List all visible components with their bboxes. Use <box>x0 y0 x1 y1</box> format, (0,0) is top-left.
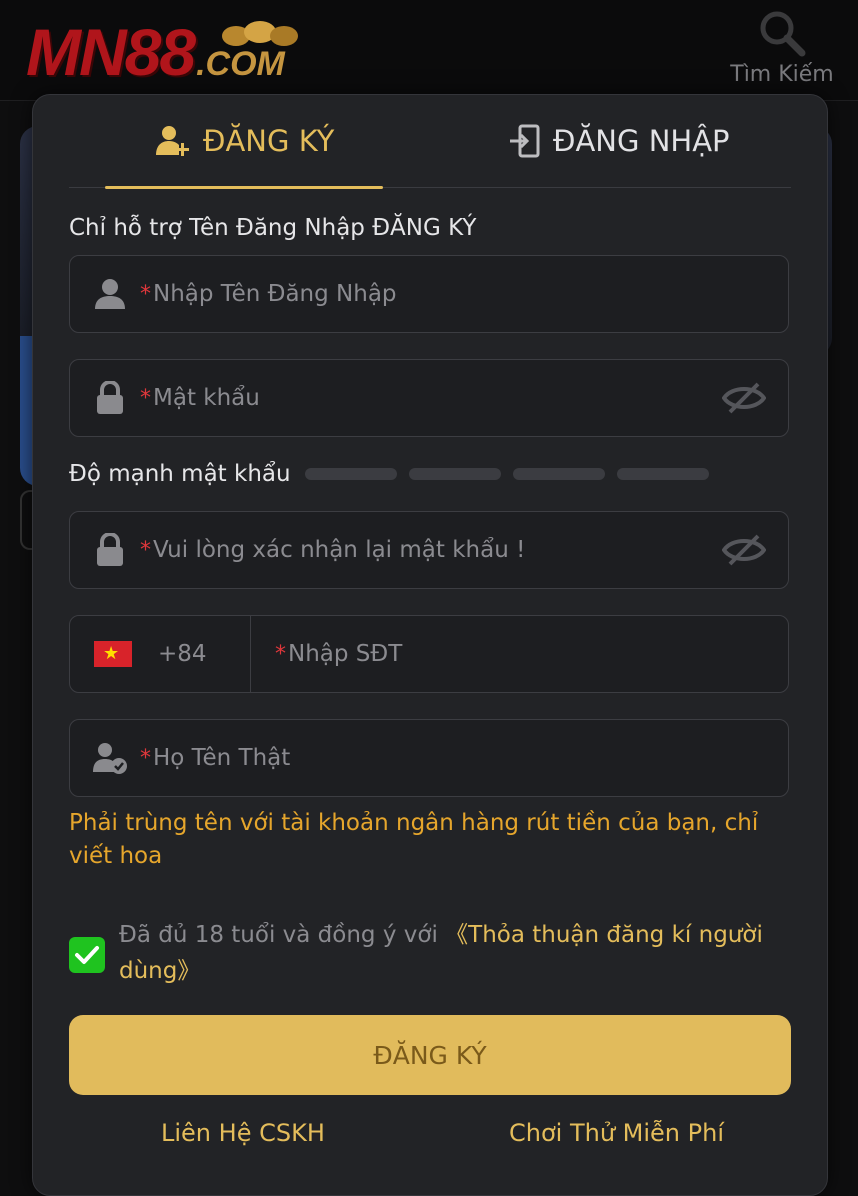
strength-bar <box>408 468 501 480</box>
strength-bar <box>616 468 709 480</box>
username-input[interactable] <box>151 274 788 314</box>
terms-agreement: Đã đủ 18 tuổi và đồng ý với 《Thỏa thuận … <box>69 917 789 989</box>
login-icon <box>510 124 540 158</box>
coins-icon <box>222 21 298 46</box>
tab-login-label: ĐĂNG NHẬP <box>553 124 730 158</box>
required-mark: * <box>140 385 151 411</box>
register-modal: ĐĂNG KÝ ĐĂNG NHẬP Chỉ hỗ trợ Tên Đăng Nh… <box>32 94 828 1196</box>
country-code: +84 <box>158 641 207 667</box>
confirm-password-field[interactable]: * <box>69 511 789 589</box>
required-mark: * <box>140 537 151 563</box>
register-submit-button[interactable]: ĐĂNG KÝ <box>69 1015 791 1095</box>
vietnam-flag-icon: ★ <box>94 641 132 667</box>
lock-icon <box>97 533 123 566</box>
required-mark: * <box>140 745 151 771</box>
user-icon <box>95 279 125 309</box>
strength-bar <box>304 468 397 480</box>
real-name-input[interactable] <box>151 738 788 778</box>
strength-bar <box>512 468 605 480</box>
strength-label: Độ mạnh mật khẩu <box>69 461 291 487</box>
mn88-logo[interactable]: MN88.COM <box>26 14 298 90</box>
username-field[interactable]: * <box>69 255 789 333</box>
country-code-selector[interactable]: ★ +84 <box>70 616 251 692</box>
phone-input[interactable] <box>286 634 788 674</box>
top-bar: MN88.COM Tìm Kiếm <box>0 0 858 101</box>
real-name-warning: Phải trùng tên với tài khoản ngân hàng r… <box>69 810 759 869</box>
password-input[interactable] <box>151 378 722 418</box>
password-field[interactable]: * <box>69 359 789 437</box>
phone-field[interactable]: ★ +84 * <box>69 615 789 693</box>
required-mark: * <box>140 281 151 307</box>
eye-off-icon <box>722 382 766 414</box>
add-user-icon <box>156 126 189 156</box>
tab-register[interactable]: ĐĂNG KÝ <box>155 121 334 161</box>
real-name-field[interactable]: * <box>69 719 789 797</box>
eye-off-icon <box>722 534 766 566</box>
free-trial-link[interactable]: Chơi Thử Miễn Phí <box>509 1119 724 1147</box>
auth-tabs: ĐĂNG KÝ ĐĂNG NHẬP <box>69 95 791 189</box>
required-mark: * <box>275 641 286 667</box>
confirm-password-input[interactable] <box>151 530 722 570</box>
search-button[interactable]: Tìm Kiếm <box>728 10 836 87</box>
toggle-password-visibility[interactable] <box>722 380 766 416</box>
search-icon <box>760 11 806 57</box>
lock-icon <box>97 381 123 414</box>
search-label: Tìm Kiếm <box>730 62 834 87</box>
verified-user-icon <box>93 743 127 774</box>
toggle-confirm-visibility[interactable] <box>722 532 766 568</box>
active-tab-indicator <box>105 186 383 189</box>
contact-support-link[interactable]: Liên Hệ CSKH <box>161 1119 325 1147</box>
tab-register-label: ĐĂNG KÝ <box>203 124 335 158</box>
checkmark-icon <box>75 946 99 964</box>
agree-text: Đã đủ 18 tuổi và đồng ý với <box>119 922 446 948</box>
username-hint: Chỉ hỗ trợ Tên Đăng Nhập ĐĂNG KÝ <box>69 215 477 241</box>
tab-login[interactable]: ĐĂNG NHẬP <box>509 121 730 161</box>
agree-checkbox[interactable] <box>69 937 105 973</box>
password-strength: Độ mạnh mật khẩu <box>69 461 721 487</box>
